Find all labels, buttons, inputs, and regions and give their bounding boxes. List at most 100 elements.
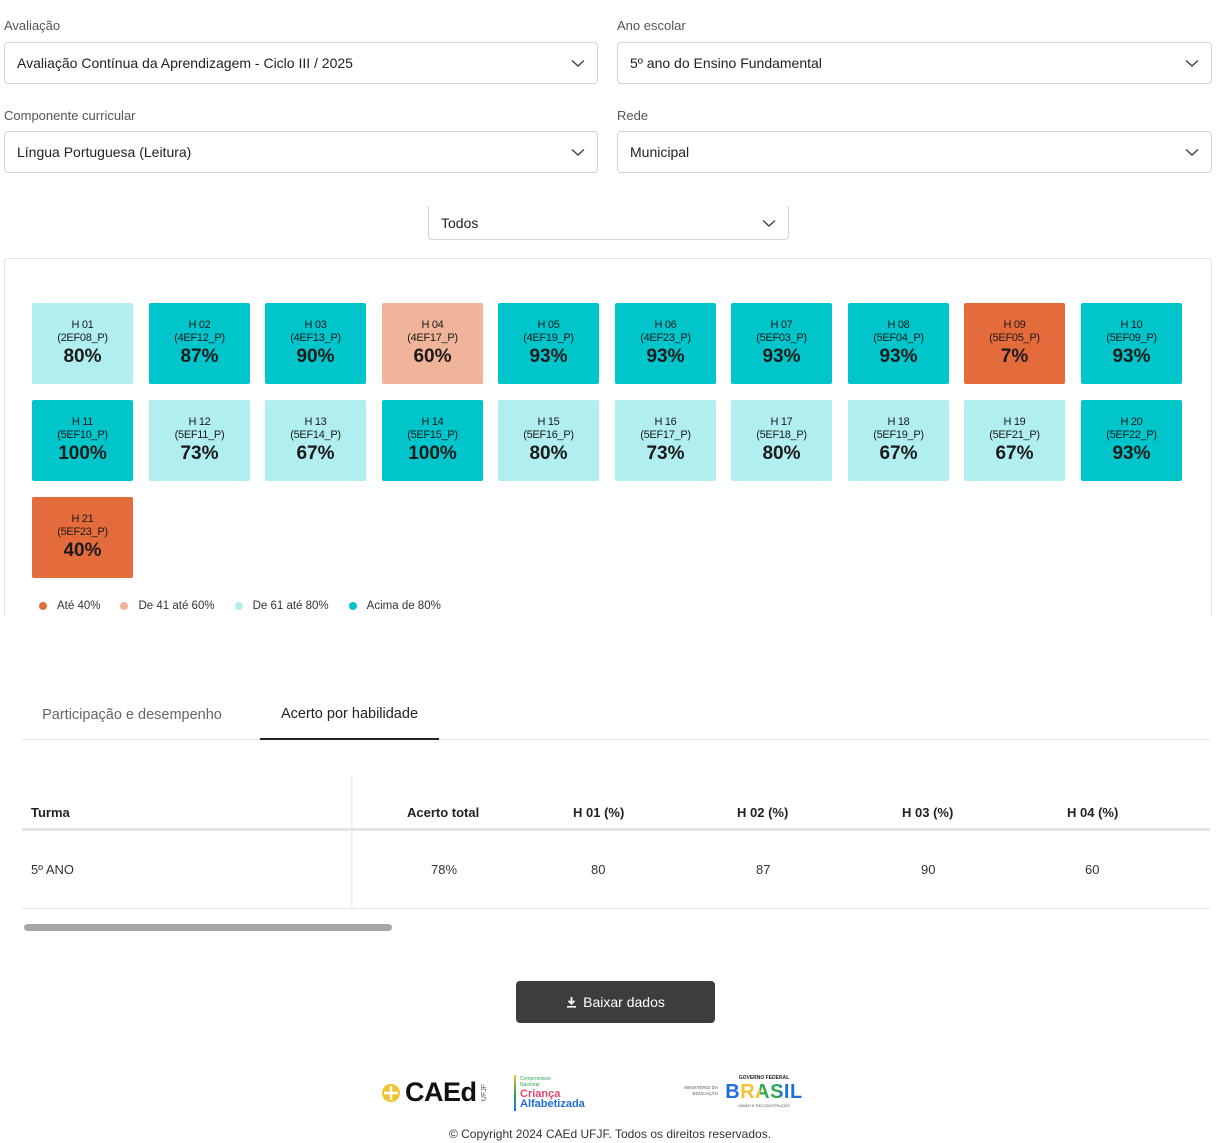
skill-code: (5EF22_P) [1106,428,1157,441]
skill-code: (5EF09_P) [1106,331,1157,344]
table-cell-turma: 5º ANO [31,862,75,877]
skill-tile[interactable]: H 18 (5EF19_P) 67% [848,400,949,481]
skill-id: H 07 [770,318,793,331]
footer-logos: CAEd UFJF Compromisso Nacional Criança A… [0,1075,1220,1115]
skill-tile[interactable]: H 07 (5EF03_P) 93% [731,303,832,384]
skill-tile[interactable]: H 02 (4EF12_P) 87% [149,303,250,384]
scrollbar-thumb[interactable] [24,924,392,931]
skill-tile[interactable]: H 08 (5EF04_P) 93% [848,303,949,384]
skill-tile[interactable]: H 06 (4EF23_P) 93% [615,303,716,384]
skill-id: H 15 [537,415,560,428]
skill-tile[interactable]: H 11 (5EF10_P) 100% [32,400,133,481]
skill-id: H 17 [770,415,793,428]
ano-escolar-value: 5º ano do Ensino Fundamental [630,55,822,71]
skill-id: H 08 [887,318,910,331]
skill-tile[interactable]: H 05 (4EF19_P) 93% [498,303,599,384]
skill-tile[interactable]: H 16 (5EF17_P) 73% [615,400,716,481]
results-table: Turma Acerto total H 01 (%) H 02 (%) H 0… [22,776,1210,909]
ano-escolar-select[interactable]: 5º ano do Ensino Fundamental [617,42,1212,84]
skill-tile[interactable]: H 10 (5EF09_P) 93% [1081,303,1182,384]
skill-tile[interactable]: H 21 (5EF23_P) 40% [32,497,133,578]
componente-select[interactable]: Língua Portuguesa (Leitura) [4,131,598,173]
skill-tile[interactable]: H 09 (5EF05_P) 7% [964,303,1065,384]
skill-percentage: 90% [296,345,335,367]
skill-percentage: 67% [296,442,335,464]
chevron-down-icon [1185,56,1199,70]
skill-percentage: 7% [1000,345,1029,367]
skill-percentage: 73% [180,442,219,464]
skill-id: H 21 [71,512,94,525]
escopo-select[interactable]: Todos [428,206,789,240]
skill-id: H 09 [1003,318,1026,331]
skill-percentage: 80% [63,345,102,367]
gov-logo-sub: UNIÃO E RECONSTRUÇÃO [738,1103,790,1108]
legend-dot-icon [120,602,129,610]
skill-code: (4EF23_P) [640,331,691,344]
horizontal-scrollbar[interactable] [22,922,1210,932]
crianca-logo-line2: Alfabetizada [520,1098,585,1110]
skill-code: (5EF15_P) [407,428,458,441]
sticky-column-divider [351,776,353,908]
skill-tile[interactable]: H 13 (5EF14_P) 67% [265,400,366,481]
skill-id: H 02 [188,318,211,331]
rede-label: Rede [617,108,649,123]
avaliacao-value: Avaliação Contínua da Aprendizagem - Cic… [17,55,353,71]
table-cell-h04: 60 [1085,862,1100,877]
rede-value: Municipal [630,144,690,160]
legend-label: Acima de 80% [366,600,441,612]
legend-item: De 41 até 60% [120,600,215,612]
rede-select[interactable]: Municipal [617,131,1212,173]
skill-percentage: 80% [529,442,568,464]
tab-bar: Participação e desempenho Acerto por hab… [22,690,1210,740]
skill-code: (5EF21_P) [989,428,1040,441]
skill-code: (4EF13_P) [290,331,341,344]
skill-tile[interactable]: H 19 (5EF21_P) 67% [964,400,1065,481]
avaliacao-label: Avaliação [4,18,61,33]
table-header-h04: H 04 (%) [1067,805,1119,820]
skill-code: (4EF17_P) [407,331,458,344]
skill-id: H 04 [421,318,444,331]
skill-code: (5EF03_P) [756,331,807,344]
chevron-down-icon [571,56,585,70]
skill-tile[interactable]: H 17 (5EF18_P) 80% [731,400,832,481]
table-cell-acerto-total: 78% [431,862,458,877]
gov-logo-brasil: BRASIL [725,1081,803,1103]
skill-percentage: 93% [529,345,568,367]
caed-logo-text: CAEd [405,1077,477,1107]
avaliacao-select[interactable]: Avaliação Contínua da Aprendizagem - Cic… [4,42,598,84]
legend-dot-icon [39,602,47,610]
table-header-h02: H 02 (%) [737,805,789,820]
skill-code: (4EF12_P) [174,331,225,344]
skill-code: (5EF16_P) [523,428,574,441]
skill-tile[interactable]: H 03 (4EF13_P) 90% [265,303,366,384]
skill-code: (2EF08_P) [57,331,108,344]
skill-tile[interactable]: H 20 (5EF22_P) 93% [1081,400,1182,481]
skill-percentage: 87% [180,345,219,367]
caed-symbol-icon [382,1083,400,1102]
download-label: Baixar dados [583,994,665,1010]
tab-acerto-habilidade[interactable]: Acerto por habilidade [260,690,439,740]
tab-participacao[interactable]: Participação e desempenho [22,690,242,739]
skill-id: H 14 [421,415,444,428]
chevron-down-icon [571,145,585,159]
skill-code: (5EF18_P) [756,428,807,441]
skill-percentage: 67% [879,442,918,464]
legend-dot-icon [348,602,357,610]
skill-percentage: 100% [408,442,457,464]
chevron-down-icon [1185,145,1199,159]
escopo-value: Todos [441,214,479,231]
skill-tile[interactable]: H 04 (4EF17_P) 60% [382,303,483,384]
skill-percentage: 93% [879,345,918,367]
copyright-text: © Copyright 2024 CAEd UFJF. Todos os dir… [448,1127,772,1141]
skill-percentage: 93% [646,345,685,367]
skill-percentage: 67% [995,442,1034,464]
skill-percentage: 40% [63,539,102,561]
table-cell-h01: 80 [591,862,606,877]
skill-tile[interactable]: H 15 (5EF16_P) 80% [498,400,599,481]
chevron-down-icon [762,216,776,230]
skill-tile[interactable]: H 14 (5EF15_P) 100% [382,400,483,481]
skill-percentage: 93% [762,345,801,367]
skill-tile[interactable]: H 12 (5EF11_P) 73% [149,400,250,481]
download-data-button[interactable]: Baixar dados [516,981,715,1023]
skill-tile[interactable]: H 01 (2EF08_P) 80% [32,303,133,384]
